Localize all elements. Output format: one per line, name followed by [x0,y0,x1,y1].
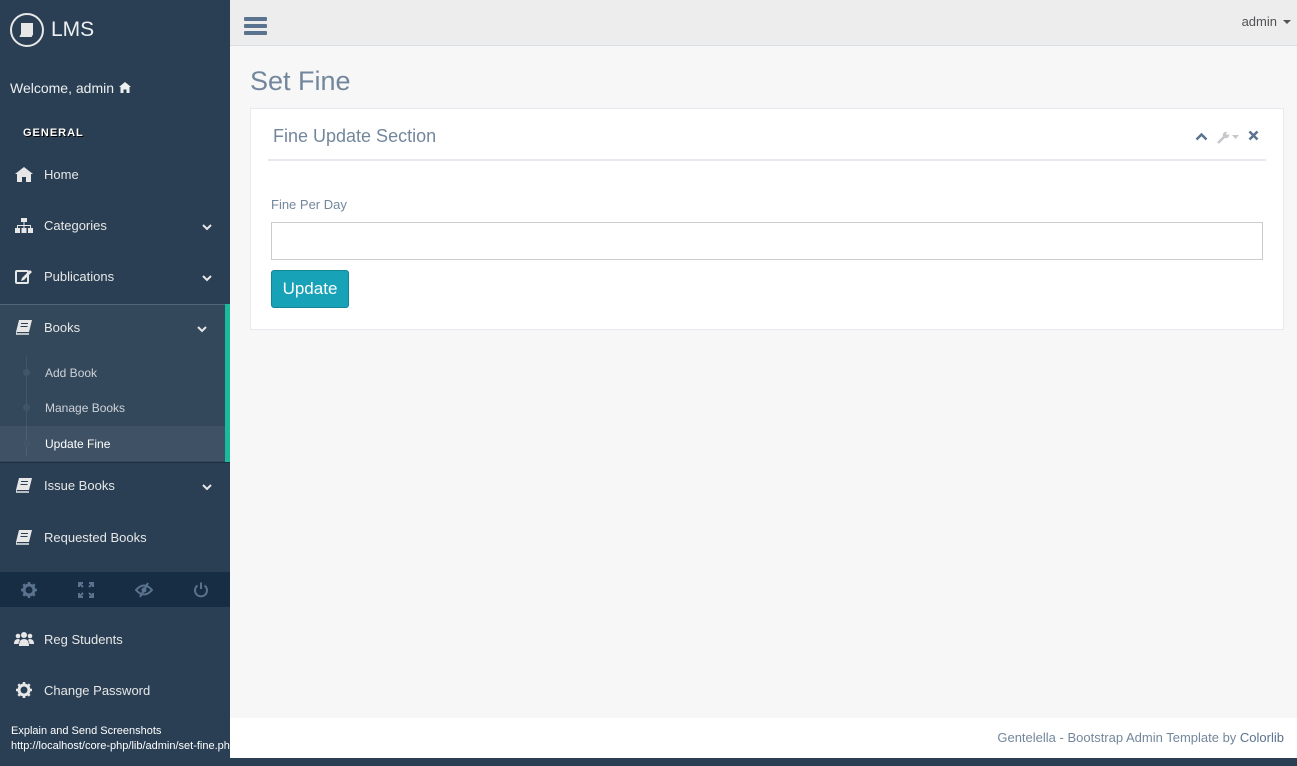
sidebar-item-categories[interactable]: Categories [0,200,230,250]
sidebar-item-books[interactable]: Books [0,304,225,350]
book-icon [14,475,34,495]
book-icon [14,317,34,337]
chevron-up-icon[interactable] [1195,128,1208,146]
fine-per-day-input[interactable] [271,222,1263,260]
user-name: admin [1241,14,1277,29]
sidebar-item-change-password[interactable]: Change Password [0,665,230,715]
sidebar-item-label: Publications [44,268,115,284]
users-icon [14,629,34,649]
sidebar-item-label: Categories [44,217,107,233]
status-line-1: Explain and Send Screenshots [11,725,162,737]
update-button[interactable]: Update [271,270,349,308]
sidebar-group-books: Books Add Book Manage Books Update Fine [0,304,230,462]
sidebar-item-label: Issue Books [44,477,115,493]
chevron-down-icon [202,219,212,234]
footer-text: Gentelella - Bootstrap Admin Template by… [997,730,1284,745]
user-dropdown[interactable]: admin [1242,14,1291,29]
sidebar-footer-buttons [0,572,230,607]
settings-icon[interactable] [0,572,58,607]
bar [244,24,267,28]
bullet-dot [23,369,30,376]
wrench-icon[interactable] [1217,131,1239,144]
submenu-label: Add Book [45,365,98,380]
sidebar-item-reg-students[interactable]: Reg Students [0,614,230,664]
welcome-label: Welcome, admin [10,80,115,96]
top-navbar: admin [230,0,1297,46]
status-bar-overlay: Explain and Send Screenshots http://loca… [0,724,240,758]
caret-down-icon [1283,19,1291,24]
book-icon [14,527,34,547]
page-title: Set Fine [250,66,351,96]
sidebar-item-home[interactable]: Home [0,149,230,199]
bullet-dot [23,440,30,447]
submenu-label: Update Fine [45,436,111,451]
chevron-down-icon [197,321,207,336]
sidebar-item-requested-books[interactable]: Requested Books [0,512,230,562]
edit-icon [14,266,34,286]
menu-toggle-icon[interactable] [244,15,268,37]
bullet-dot [23,404,30,411]
bar [244,31,267,35]
panel-toolbox [1195,128,1259,146]
panel-divider [268,159,1266,161]
fine-per-day-label: Fine Per Day [271,197,347,212]
sitemap-icon [14,215,34,235]
fine-update-panel: Fine Update Section Fine Per Day Update [250,108,1284,330]
power-icon[interactable] [173,572,231,607]
sidebar-item-label: Home [44,166,79,182]
sidebar: LMS Welcome, admin GENERAL Home Categori… [0,0,230,766]
section-title-general: GENERAL [23,127,84,139]
chevron-down-icon [202,479,212,494]
status-url: http://localhost/core-php/lib/admin/set-… [11,740,237,752]
submenu-item-update-fine[interactable]: Update Fine [0,426,225,461]
chevron-down-icon [202,270,212,285]
sidebar-item-label: Requested Books [44,529,147,545]
gear-icon [14,680,34,700]
sidebar-item-publications[interactable]: Publications [0,251,230,301]
panel-title: Fine Update Section [273,126,437,146]
main-content: Set Fine Fine Update Section Fine Per Da… [230,46,1297,718]
submenu-item-add-book[interactable]: Add Book [0,355,225,390]
page-footer: Gentelella - Bootstrap Admin Template by… [230,718,1297,758]
fullscreen-icon[interactable] [58,572,116,607]
sidebar-item-issue-books[interactable]: Issue Books [0,460,230,510]
footer-credit: Gentelella - Bootstrap Admin Template by [997,730,1240,745]
sidebar-item-label: Books [44,319,81,335]
home-icon [14,164,34,184]
eye-slash-icon[interactable] [115,572,173,607]
sidebar-item-label: Change Password [44,682,151,698]
welcome-text: Welcome, admin [10,80,132,96]
close-icon[interactable] [1248,128,1259,146]
home-small-icon [119,80,132,96]
book-logo-icon [10,13,44,47]
sidebar-item-label: Reg Students [44,631,123,647]
brand-link[interactable]: LMS [10,12,94,48]
submenu-item-manage-books[interactable]: Manage Books [0,390,225,425]
brand-name: LMS [51,18,95,41]
submenu-label: Manage Books [45,400,126,415]
colorlib-link[interactable]: Colorlib [1240,730,1284,745]
bar [244,17,267,21]
